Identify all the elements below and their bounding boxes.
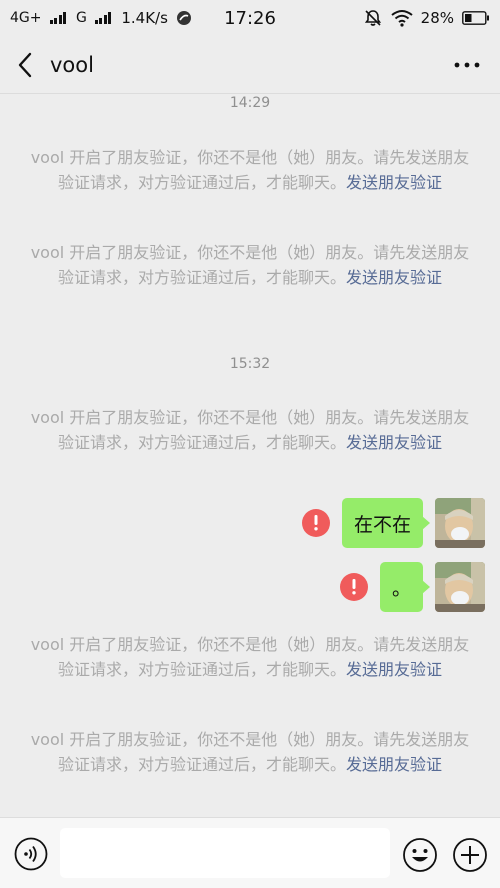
chevron-left-icon [18,52,32,77]
system-message: vool 开启了朋友验证，你还不是他（她）朋友。请先发送朋友验证请求，对方验证通… [30,145,470,195]
avatar-image [435,498,485,548]
message-text: 。 [391,577,411,600]
voice-button[interactable] [14,837,48,871]
back-button[interactable] [0,36,50,94]
mute-bell-icon [364,10,381,26]
sent-message-row: 。 [339,562,485,612]
sent-message-row: 在不在 [301,498,485,548]
chat-screen: 4G+ G 1.4K/s 17:26 28% vool 14:29 vool 开… [0,0,500,888]
chat-title: vool [50,52,94,77]
emoji-button[interactable] [402,837,438,873]
avatar-image [435,562,485,612]
system-message: vool 开启了朋友验证，你还不是他（她）朋友。请先发送朋友验证请求，对方验证通… [30,632,470,682]
network-type-1: 4G+ [10,10,42,26]
app-notification-icon [176,11,191,25]
voice-icon [14,837,48,871]
plus-icon [453,838,487,872]
send-verification-link[interactable]: 发送朋友验证 [346,173,442,192]
exclamation-icon [352,579,356,595]
exclamation-icon [314,515,318,531]
network-type-2: G [76,10,87,26]
message-bubble[interactable]: 在不在 [341,498,431,548]
more-button[interactable] [452,50,482,80]
battery-icon [462,11,489,25]
send-verification-link[interactable]: 发送朋友验证 [346,433,442,452]
system-message: vool 开启了朋友验证，你还不是他（她）朋友。请先发送朋友验证请求，对方验证通… [30,240,470,290]
chat-area[interactable]: 14:29 vool 开启了朋友验证，你还不是他（她）朋友。请先发送朋友验证请求… [0,95,500,817]
send-verification-link[interactable]: 发送朋友验证 [346,660,442,679]
send-failed-icon[interactable] [339,573,368,601]
signal-icon-2 [94,12,112,24]
system-message: vool 开启了朋友验证，你还不是他（她）朋友。请先发送朋友验证请求，对方验证通… [30,727,470,777]
more-dots-icon [454,62,480,68]
message-bubble[interactable]: 。 [379,562,431,612]
message-text: 在不在 [353,513,411,536]
message-input[interactable] [60,828,390,878]
status-left: 4G+ G 1.4K/s [10,9,192,27]
send-verification-link[interactable]: 发送朋友验证 [346,755,442,774]
timestamp: 14:29 [229,95,271,111]
status-right: 28% [363,8,490,28]
signal-icon-1 [49,12,66,24]
system-message: vool 开启了朋友验证，你还不是他（她）朋友。请先发送朋友验证请求，对方验证通… [30,405,470,455]
avatar[interactable] [435,562,485,612]
more-functions-button[interactable] [452,837,488,873]
avatar[interactable] [435,498,485,548]
nav-bar: vool [0,36,500,94]
timestamp: 15:32 [229,356,271,372]
input-bar [0,817,500,888]
emoji-icon [403,838,437,872]
status-bar: 4G+ G 1.4K/s 17:26 28% [0,0,500,36]
wifi-icon [391,10,413,27]
send-failed-icon[interactable] [301,509,330,537]
battery-percent: 28% [420,9,454,27]
network-speed: 1.4K/s [121,9,168,27]
send-verification-link[interactable]: 发送朋友验证 [346,268,442,287]
